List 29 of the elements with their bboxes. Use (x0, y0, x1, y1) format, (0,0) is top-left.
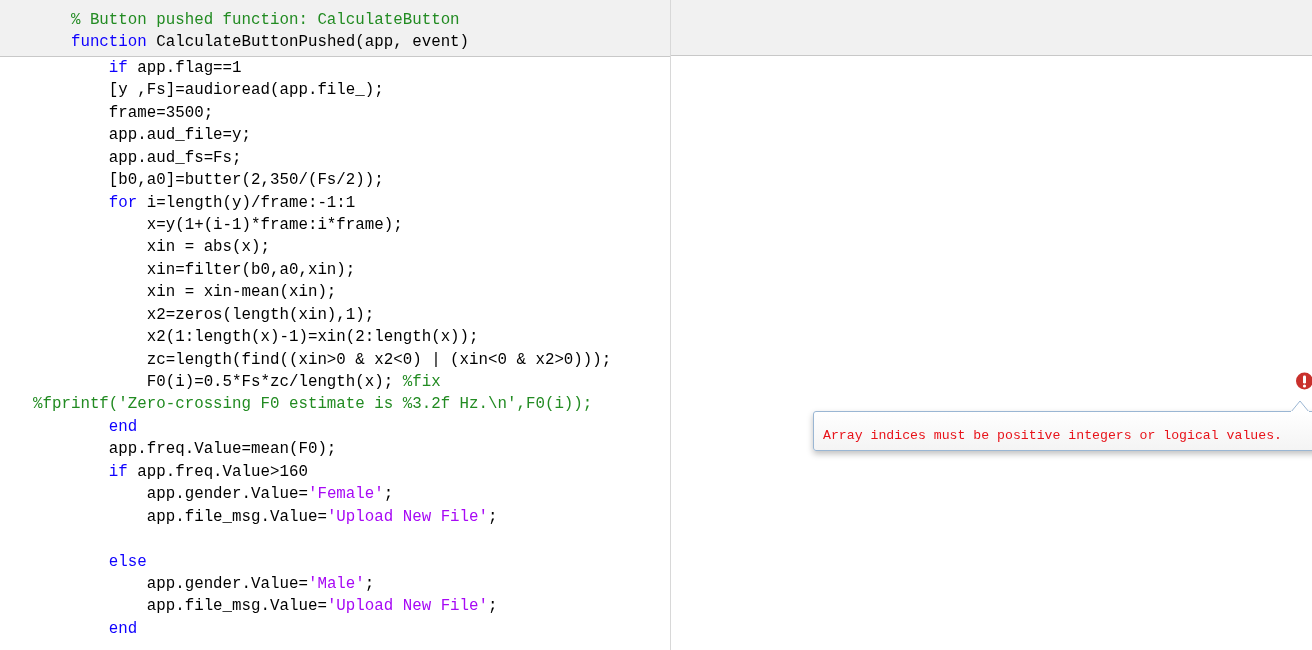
code-line: frame=3500; (107, 102, 214, 124)
code-line: for i=length(y)/frame:-1:1 (107, 192, 356, 214)
code-line: xin = xin-mean(xin); (145, 282, 337, 304)
code-line: app.file_msg.Value='Upload New File'; (145, 506, 498, 528)
code-line: app.file_msg.Value='Upload New File'; (145, 596, 498, 618)
code-line: [b0,a0]=butter(2,350/(Fs/2)); (107, 170, 384, 192)
code-line: % Button pushed function: CalculateButton (69, 10, 460, 31)
code-line: %fprintf('Zero-crossing F0 estimate is %3.2f Hz.\n',F0(i)); (33, 394, 593, 416)
code-line: function CalculateButtonPushed(app, event) (69, 32, 470, 54)
code-line: app.freq.Value=mean(F0); (107, 439, 337, 461)
code-line: else (107, 551, 147, 573)
error-message: Array indices must be positive integers or logical values. (823, 428, 1282, 443)
code-line: app.aud_fs=Fs; (107, 147, 242, 169)
code-line: end (107, 618, 138, 640)
error-icon[interactable] (1296, 372, 1312, 390)
code-line: app.aud_file=y; (107, 125, 252, 147)
code-line: xin=filter(b0,a0,xin); (145, 259, 356, 281)
code-line: xin = abs(x); (145, 237, 270, 259)
code-line: app.gender.Value='Female'; (145, 484, 394, 506)
code-line: x2(1:length(x)-1)=xin(2:length(x)); (145, 327, 479, 349)
code-line: zc=length(find((xin>0 & x2<0) | (xin<0 & x2>0))); (145, 349, 612, 371)
code-line: app.gender.Value='Male'; (145, 573, 375, 595)
code-line: x=y(1+(i-1)*frame:i*frame); (145, 214, 403, 236)
code-line: x2=zeros(length(xin),1); (145, 304, 375, 326)
code-line: [y ,Fs]=audioread(app.file_); (107, 80, 384, 102)
code-line: if app.freq.Value>160 (107, 461, 308, 483)
code-line: if app.flag==1 (107, 57, 242, 79)
code-line: end (107, 416, 138, 438)
code-line: F0(i)=0.5*Fs*zc/length(x); %fix (145, 372, 441, 393)
